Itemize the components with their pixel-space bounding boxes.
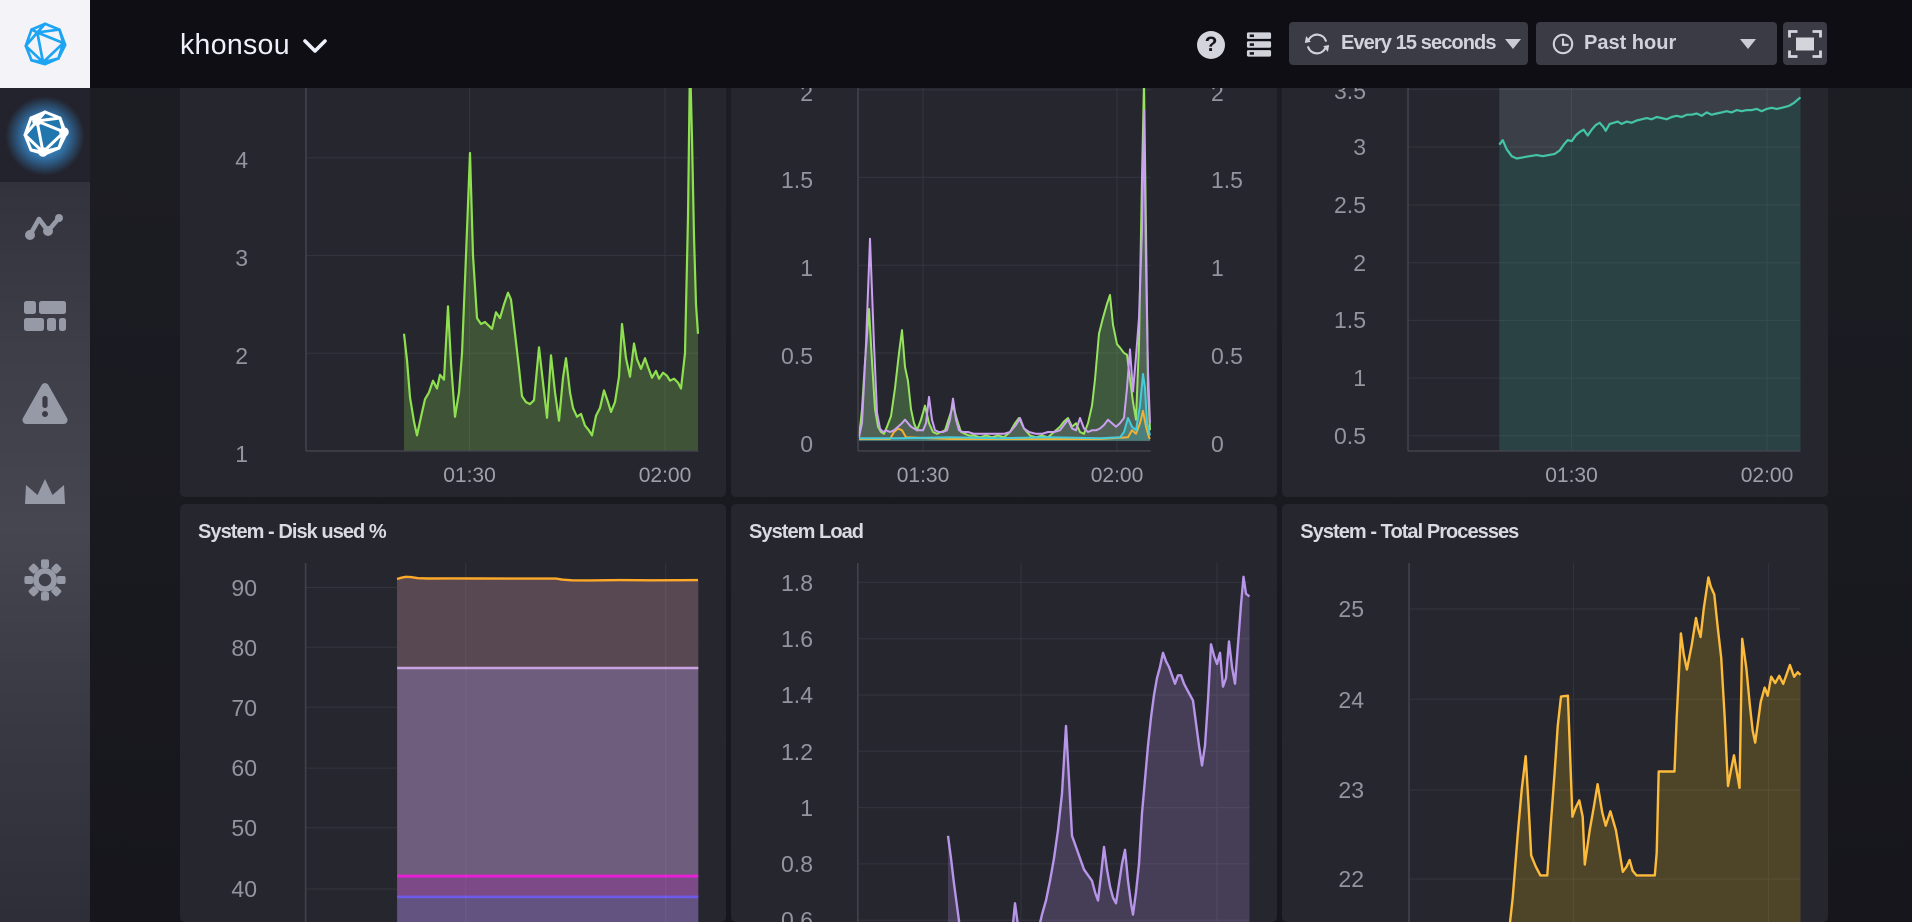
svg-text:70: 70 — [231, 695, 257, 721]
svg-text:01:30: 01:30 — [897, 464, 950, 487]
svg-text:0.5: 0.5 — [1334, 423, 1366, 449]
svg-text:1: 1 — [800, 795, 813, 821]
svg-text:1: 1 — [235, 441, 248, 467]
svg-text:1.8: 1.8 — [781, 570, 813, 596]
svg-text:1: 1 — [1211, 255, 1224, 281]
svg-text:3.5: 3.5 — [1334, 88, 1366, 104]
svg-text:2.5: 2.5 — [1334, 192, 1366, 218]
svg-text:1.6: 1.6 — [781, 626, 813, 652]
svg-text:25: 25 — [1339, 596, 1365, 622]
svg-text:0.5: 0.5 — [1211, 343, 1243, 369]
svg-text:0.8: 0.8 — [781, 851, 813, 877]
svg-text:1.2: 1.2 — [781, 739, 813, 765]
svg-text:1.5: 1.5 — [781, 167, 813, 193]
svg-text:2: 2 — [1211, 88, 1224, 106]
svg-text:50: 50 — [231, 815, 257, 841]
svg-text:1.4: 1.4 — [781, 682, 813, 708]
svg-text:01:30: 01:30 — [443, 464, 496, 487]
svg-text:90: 90 — [231, 575, 257, 601]
svg-text:0: 0 — [1211, 431, 1224, 457]
svg-text:40: 40 — [231, 876, 257, 902]
svg-text:0: 0 — [800, 431, 813, 457]
svg-text:02:00: 02:00 — [1741, 464, 1794, 487]
svg-text:0.6: 0.6 — [781, 907, 813, 922]
svg-text:60: 60 — [231, 755, 257, 781]
svg-text:02:00: 02:00 — [1091, 464, 1144, 487]
svg-text:02:00: 02:00 — [639, 464, 692, 487]
svg-text:3: 3 — [1354, 134, 1367, 160]
svg-text:2: 2 — [1354, 250, 1367, 276]
svg-text:1: 1 — [1354, 365, 1367, 391]
svg-text:2: 2 — [800, 88, 813, 106]
svg-text:80: 80 — [231, 635, 257, 661]
svg-text:1.5: 1.5 — [1211, 167, 1243, 193]
svg-text:24: 24 — [1339, 687, 1365, 713]
svg-text:1.5: 1.5 — [1334, 307, 1366, 333]
svg-text:22: 22 — [1339, 866, 1365, 892]
svg-text:4: 4 — [235, 147, 248, 173]
svg-text:23: 23 — [1339, 777, 1365, 803]
svg-text:2: 2 — [235, 343, 248, 369]
svg-text:3: 3 — [235, 245, 248, 271]
svg-text:0.5: 0.5 — [781, 343, 813, 369]
svg-text:1: 1 — [800, 255, 813, 281]
svg-text:01:30: 01:30 — [1546, 464, 1599, 487]
